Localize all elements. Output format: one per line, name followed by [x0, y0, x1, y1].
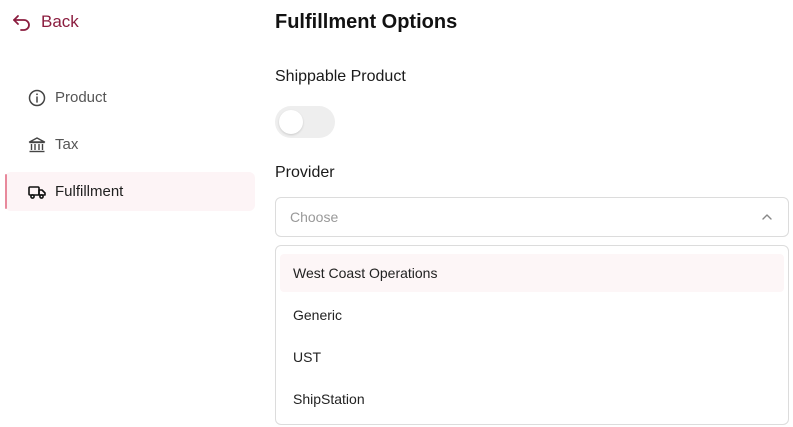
main-content: Fulfillment Options Shippable Product Pr…: [275, 0, 789, 427]
provider-dropdown: West Coast Operations Generic UST ShipSt…: [275, 245, 789, 425]
shippable-product-toggle[interactable]: [275, 106, 335, 138]
toggle-knob: [279, 110, 303, 134]
undo-arrow-icon: [12, 12, 32, 32]
provider-option[interactable]: UST: [280, 338, 784, 376]
provider-label: Provider: [275, 164, 335, 181]
provider-select-placeholder: Choose: [290, 209, 339, 225]
sidebar-item-tax[interactable]: Tax: [5, 125, 255, 164]
provider-select[interactable]: Choose: [275, 197, 789, 237]
chevron-up-icon: [760, 210, 774, 224]
page-title: Fulfillment Options: [275, 11, 458, 33]
sidebar-item-label: Fulfillment: [55, 183, 124, 200]
info-icon: [28, 89, 46, 107]
sidebar-item-label: Product: [55, 89, 107, 106]
provider-option[interactable]: Generic: [280, 296, 784, 334]
provider-option[interactable]: ShipStation: [280, 380, 784, 418]
sidebar-item-label: Tax: [55, 136, 79, 153]
sidebar: Back Product Tax Fulfillment: [0, 0, 258, 427]
sidebar-item-product[interactable]: Product: [5, 78, 255, 117]
back-label: Back: [41, 12, 79, 31]
back-button[interactable]: Back: [12, 12, 79, 32]
sidebar-nav: Product Tax Fulfillment: [5, 78, 255, 219]
truck-icon: [28, 183, 46, 201]
bank-icon: [28, 136, 46, 154]
provider-option[interactable]: West Coast Operations: [280, 254, 784, 292]
sidebar-item-fulfillment[interactable]: Fulfillment: [5, 172, 255, 211]
shippable-product-label: Shippable Product: [275, 68, 406, 85]
